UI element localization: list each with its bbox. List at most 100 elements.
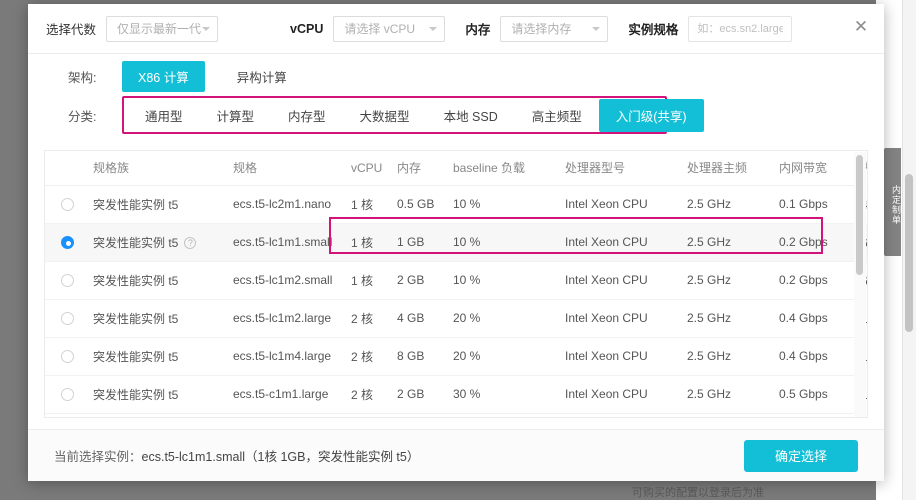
header-spec: 规格	[229, 151, 347, 185]
cell-memory: 4 GB	[393, 299, 449, 337]
cell-baseline: 30 %	[449, 413, 561, 418]
radio-button[interactable]	[61, 350, 74, 363]
table-scrollbar[interactable]	[854, 152, 866, 418]
generation-label: 选择代数	[46, 19, 96, 38]
memory-select[interactable]: 请选择内存	[500, 16, 608, 42]
background-note: 可购买的配置以登录后为准	[632, 484, 764, 500]
radio-button[interactable]	[61, 388, 74, 401]
cell-spec: ecs.t5-c1m2.large	[229, 413, 347, 418]
generation-select-value: 仅显示最新一代	[117, 20, 201, 37]
cell-processor-model: Intel Xeon CPU	[561, 375, 683, 413]
page-scrollbar-thumb[interactable]	[905, 174, 913, 332]
category-row: 分类: 通用型 计算型 内存型 大数据型 本地 SSD 高主频型 入门级(共享)	[28, 94, 884, 136]
help-icon[interactable]: ?	[184, 237, 196, 249]
category-option-entry-shared[interactable]: 入门级(共享)	[599, 99, 704, 132]
cell-bandwidth: 0.5 Gbps	[775, 375, 857, 413]
cell-memory: 2 GB	[393, 261, 449, 299]
cell-family: 突发性能实例 t5	[89, 185, 229, 223]
cell-processor-freq: 2.5 GHz	[683, 185, 775, 223]
row-radio-cell[interactable]	[45, 337, 89, 375]
architecture-option-heterogeneous[interactable]: 异构计算	[221, 61, 303, 92]
instance-type-table-container: 规格族 规格 vCPU 内存 baseline 负载 处理器型号 处理器主频 内…	[44, 150, 868, 418]
cell-vcpu: 1 核	[347, 223, 393, 261]
table-row[interactable]: 突发性能实例 t5ecs.t5-lc2m1.nano1 核0.5 GB10 %I…	[45, 185, 868, 223]
table-row[interactable]: 突发性能实例 t5ecs.t5-lc1m2.large2 核4 GB20 %In…	[45, 299, 868, 337]
architecture-row: 架构: X86 计算 异构计算	[28, 54, 884, 94]
chevron-down-icon	[429, 27, 437, 31]
header-baseline: baseline 负载	[449, 151, 561, 185]
table-scrollbar-thumb[interactable]	[856, 155, 863, 275]
table-body: 突发性能实例 t5ecs.t5-lc2m1.nano1 核0.5 GB10 %I…	[45, 185, 868, 418]
radio-button[interactable]	[61, 236, 74, 249]
category-option-high-freq[interactable]: 高主频型	[515, 99, 599, 132]
architecture-label: 架构:	[68, 67, 104, 86]
cell-bandwidth: 0.4 Gbps	[775, 337, 857, 375]
cell-spec: ecs.t5-lc1m2.large	[229, 299, 347, 337]
cell-processor-freq: 2.5 GHz	[683, 223, 775, 261]
cell-processor-model: Intel Xeon CPU	[561, 299, 683, 337]
cell-processor-freq: 2.5 GHz	[683, 261, 775, 299]
cell-baseline: 30 %	[449, 375, 561, 413]
row-radio-cell[interactable]	[45, 261, 89, 299]
cell-spec: ecs.t5-c1m1.large	[229, 375, 347, 413]
cell-baseline: 10 %	[449, 185, 561, 223]
cell-family: 突发性能实例 t5	[89, 413, 229, 418]
cell-processor-model: Intel Xeon CPU	[561, 185, 683, 223]
radio-button[interactable]	[61, 312, 74, 325]
current-selection-value: ecs.t5-lc1m1.small（1核 1GB，突发性能实例 t5）	[142, 450, 420, 464]
header-vcpu: vCPU	[347, 151, 393, 185]
category-option-bigdata[interactable]: 大数据型	[343, 99, 427, 132]
cell-family: 突发性能实例 t5	[89, 337, 229, 375]
page-scrollbar[interactable]	[902, 0, 916, 500]
cell-baseline: 10 %	[449, 223, 561, 261]
header-select	[45, 151, 89, 185]
header-processor-model: 处理器型号	[561, 151, 683, 185]
cell-processor-model: Intel Xeon CPU	[561, 337, 683, 375]
cell-memory: 8 GB	[393, 337, 449, 375]
cell-processor-freq: 2.5 GHz	[683, 375, 775, 413]
cell-vcpu: 2 核	[347, 337, 393, 375]
cell-bandwidth: 0.5 Gbps	[775, 413, 857, 418]
category-option-general[interactable]: 通用型	[128, 99, 200, 132]
category-option-compute[interactable]: 计算型	[200, 99, 272, 132]
cell-spec: ecs.t5-lc1m2.small	[229, 261, 347, 299]
architecture-option-x86[interactable]: X86 计算	[122, 61, 205, 92]
row-radio-cell[interactable]	[45, 375, 89, 413]
cell-family: 突发性能实例 t5?	[89, 223, 229, 261]
table-row[interactable]: 突发性能实例 t5ecs.t5-c1m2.large2 核4 GB30 %Int…	[45, 413, 868, 418]
category-option-local-ssd[interactable]: 本地 SSD	[427, 99, 515, 132]
table-row[interactable]: 突发性能实例 t5ecs.t5-c1m1.large2 核2 GB30 %Int…	[45, 375, 868, 413]
cell-vcpu: 1 核	[347, 185, 393, 223]
header-processor-freq: 处理器主频	[683, 151, 775, 185]
table-header: 规格族 规格 vCPU 内存 baseline 负载 处理器型号 处理器主频 内…	[45, 151, 868, 185]
cell-vcpu: 1 核	[347, 261, 393, 299]
table-row[interactable]: 突发性能实例 t5ecs.t5-lc1m4.large2 核8 GB20 %In…	[45, 337, 868, 375]
cell-family: 突发性能实例 t5	[89, 375, 229, 413]
radio-button[interactable]	[61, 274, 74, 287]
instance-type-selector-modal: ✕ 选择代数 仅显示最新一代 vCPU 请选择 vCPU 内存 请选择内存 实例…	[28, 4, 884, 481]
table-row[interactable]: 突发性能实例 t5?ecs.t5-lc1m1.small1 核1 GB10 %I…	[45, 223, 868, 261]
table-row[interactable]: 突发性能实例 t5ecs.t5-lc1m2.small1 核2 GB10 %In…	[45, 261, 868, 299]
row-radio-cell[interactable]	[45, 223, 89, 261]
cell-processor-model: Intel Xeon CPU	[561, 261, 683, 299]
instance-spec-input[interactable]	[688, 16, 792, 42]
chevron-down-icon	[202, 27, 210, 31]
radio-button[interactable]	[61, 198, 74, 211]
filter-bar: 选择代数 仅显示最新一代 vCPU 请选择 vCPU 内存 请选择内存 实例规格	[28, 4, 884, 54]
architecture-options: X86 计算 异构计算	[122, 61, 303, 92]
cell-bandwidth: 0.2 Gbps	[775, 223, 857, 261]
cell-memory: 0.5 GB	[393, 185, 449, 223]
category-options-highlight: 通用型 计算型 内存型 大数据型 本地 SSD 高主频型 入门级(共享)	[122, 96, 667, 134]
row-radio-cell[interactable]	[45, 185, 89, 223]
cell-baseline: 20 %	[449, 337, 561, 375]
vcpu-select[interactable]: 请选择 vCPU	[333, 16, 445, 42]
row-radio-cell[interactable]	[45, 299, 89, 337]
generation-select[interactable]: 仅显示最新一代	[106, 16, 218, 42]
confirm-button[interactable]: 确定选择	[744, 440, 858, 472]
row-radio-cell[interactable]	[45, 413, 89, 418]
cell-baseline: 20 %	[449, 299, 561, 337]
memory-label: 内存	[465, 19, 490, 38]
cell-vcpu: 2 核	[347, 299, 393, 337]
category-option-memory[interactable]: 内存型	[271, 99, 343, 132]
side-tab[interactable]: 内定制单	[884, 148, 901, 256]
